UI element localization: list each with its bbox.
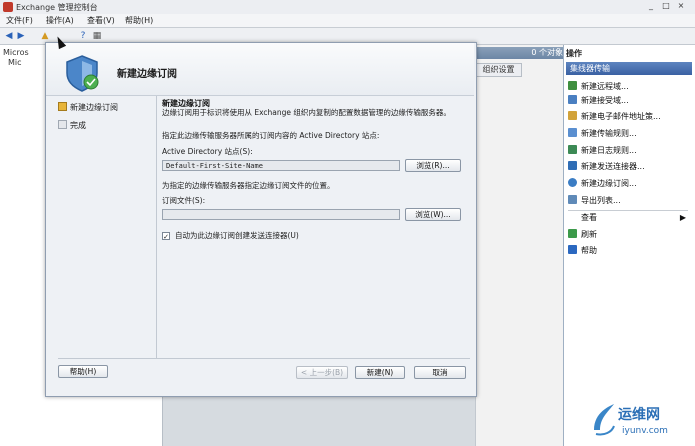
action-label: 新建日志规则...: [581, 146, 637, 155]
checkbox-label: 自动为此边缘订阅创建发送连接器(U): [175, 231, 299, 240]
action-label: 新建电子邮件地址策...: [581, 112, 661, 121]
action-label: 导出列表...: [581, 196, 621, 205]
step-new-edge-subscription[interactable]: 新建边缘订阅: [58, 102, 118, 113]
watermark-text: 运维网: [618, 407, 660, 423]
file-instruction: 为指定的边缘传输服务器指定边缘订阅文件的位置。: [162, 181, 335, 190]
current-step-icon: [58, 102, 67, 111]
site-field[interactable]: Default-First-Site-Name: [162, 160, 400, 171]
view-icon: [568, 212, 577, 221]
action-label: 新建边缘订阅...: [581, 179, 637, 188]
actions-header: 操作: [566, 49, 582, 58]
shield-icon: [66, 55, 99, 92]
actions-section-hub-transport[interactable]: 集线器传输: [566, 62, 692, 75]
help-button[interactable]: 帮助(H): [58, 365, 108, 378]
auto-send-connector-checkbox[interactable]: ✓: [162, 232, 170, 241]
wizard-steps: 新建边缘订阅 完成: [58, 98, 154, 358]
action-new-journal-rule[interactable]: 新建日志规则...: [568, 144, 692, 158]
site-label: Active Directory 站点(S):: [162, 147, 253, 156]
object-count: 0 个对象: [475, 47, 563, 59]
accepted-domain-icon: [568, 95, 577, 104]
step-complete[interactable]: 完成: [58, 120, 86, 131]
steps-divider: [156, 96, 157, 358]
result-pane: [475, 45, 564, 446]
browse-file-button[interactable]: 浏览(W)...: [405, 208, 461, 221]
submenu-arrow-icon: ▶: [679, 213, 686, 222]
watermark-url: iyunv.com: [622, 426, 668, 436]
action-new-transport-rule[interactable]: 新建传输规则...: [568, 127, 692, 141]
remote-domain-icon: [568, 81, 577, 90]
watermark-logo-icon: [594, 404, 615, 436]
action-label: 新建传输规则...: [581, 129, 637, 138]
menu-help[interactable]: 帮助(H): [125, 15, 153, 26]
action-label: 新建接受域...: [581, 96, 629, 105]
view-pane-icon[interactable]: ▦: [92, 31, 102, 41]
tree-node-org[interactable]: Mic: [8, 58, 22, 67]
action-refresh[interactable]: 刷新: [568, 228, 692, 242]
action-label: 查看: [581, 213, 597, 222]
transport-rule-icon: [568, 128, 577, 137]
step-label: 完成: [70, 121, 86, 130]
help-toolbar-icon[interactable]: ?: [78, 31, 88, 41]
minimize-button[interactable]: _: [646, 1, 656, 11]
window-title: Exchange 管理控制台: [16, 3, 98, 12]
send-connector-icon: [568, 161, 577, 170]
action-label: 新建远程域...: [581, 82, 629, 91]
window-title-bar: Exchange 管理控制台 _ □ ×: [0, 0, 695, 15]
close-button[interactable]: ×: [676, 1, 686, 11]
maximize-button[interactable]: □: [661, 1, 671, 11]
email-policy-icon: [568, 111, 577, 120]
action-new-accepted-domain[interactable]: 新建接受域...: [568, 94, 692, 108]
file-label: 订阅文件(S):: [162, 196, 206, 205]
action-export-list[interactable]: 导出列表...: [568, 194, 692, 208]
action-label: 新建发送连接器...: [581, 162, 645, 171]
browse-site-button[interactable]: 浏览(R)...: [405, 159, 461, 172]
forward-arrow-icon[interactable]: ▶: [16, 31, 26, 41]
edge-subscription-icon: [568, 178, 577, 187]
menu-view[interactable]: 查看(V): [87, 15, 115, 26]
dialog-title: 新建边缘订阅: [117, 69, 177, 80]
action-label: 刷新: [581, 230, 597, 239]
action-new-edge-subscription[interactable]: 新建边缘订阅...: [568, 177, 692, 191]
folder-up-icon[interactable]: ▲: [40, 31, 50, 41]
site-instruction: 指定此边缘传输服务器所属的订阅内容的 Active Directory 站点:: [162, 131, 380, 140]
back-arrow-icon[interactable]: ◀: [4, 31, 14, 41]
new-button[interactable]: 新建(N): [355, 366, 405, 379]
footer-divider: [58, 358, 470, 359]
export-list-icon: [568, 195, 577, 204]
tree-root[interactable]: Micros: [3, 48, 29, 57]
back-button[interactable]: < 上一步(B): [296, 366, 348, 379]
description-text: 边缘订阅用于标识将使用从 Exchange 组织内复制的配置数据管理的边缘传输服…: [162, 108, 451, 117]
menu-action[interactable]: 操作(A): [46, 15, 74, 26]
action-new-send-connector[interactable]: 新建发送连接器...: [568, 160, 692, 174]
help-icon: [568, 245, 577, 254]
app-icon: [3, 2, 13, 12]
subscription-file-input[interactable]: [162, 209, 400, 220]
journal-rule-icon: [568, 145, 577, 154]
action-label: 帮助: [581, 246, 597, 255]
menu-file[interactable]: 文件(F): [6, 15, 33, 26]
dialog-header: [46, 43, 474, 96]
refresh-icon: [568, 229, 577, 238]
cancel-button[interactable]: 取消: [414, 366, 466, 379]
action-new-email-policy[interactable]: 新建电子邮件地址策...: [568, 110, 692, 124]
action-help[interactable]: 帮助: [568, 244, 692, 258]
step-label: 新建边缘订阅: [70, 103, 118, 112]
action-view[interactable]: 查看 ▶: [568, 211, 692, 225]
action-new-remote-domain[interactable]: 新建远程域...: [568, 80, 692, 94]
menu-bar: 文件(F) 操作(A) 查看(V) 帮助(H): [0, 14, 695, 28]
pending-step-icon: [58, 120, 67, 129]
tab-org-settings[interactable]: 组织设置: [475, 63, 522, 77]
